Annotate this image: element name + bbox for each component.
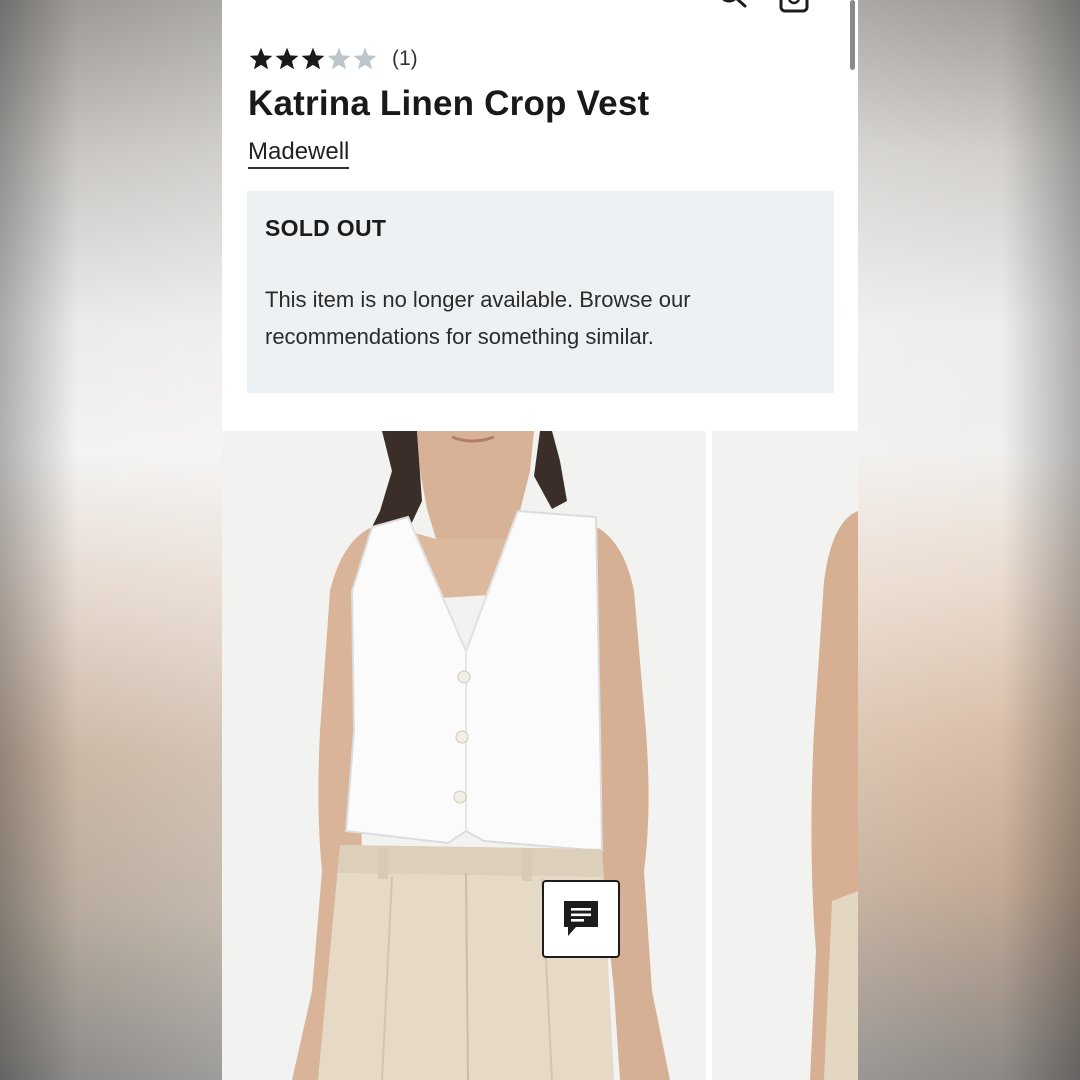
bag-icon[interactable] <box>778 0 810 14</box>
sold-out-notice: SOLD OUT This item is no longer availabl… <box>247 191 834 393</box>
review-count[interactable]: (1) <box>392 47 418 71</box>
product-title: Katrina Linen Crop Vest <box>248 84 650 123</box>
star-empty-icon <box>353 47 377 70</box>
search-icon[interactable] <box>717 0 747 14</box>
star-filled-icon <box>275 47 299 70</box>
star-empty-icon <box>327 47 351 70</box>
blurred-backdrop-right <box>858 0 1080 1080</box>
top-nav <box>222 0 858 14</box>
product-page: (1) Katrina Linen Crop Vest Madewell SOL… <box>222 0 858 1080</box>
chat-button[interactable] <box>542 880 620 958</box>
product-rating[interactable]: (1) <box>248 46 418 72</box>
product-image-main[interactable] <box>222 431 706 1080</box>
star-filled-icon <box>249 47 273 70</box>
star-filled-icon <box>301 47 325 70</box>
model-side-view-image <box>712 431 858 1080</box>
model-wearing-vest-image <box>222 431 706 1080</box>
sold-out-message: This item is no longer available. Browse… <box>265 287 691 349</box>
rating-stars <box>248 46 378 72</box>
product-image-next[interactable] <box>712 431 858 1080</box>
chat-icon <box>564 901 598 936</box>
product-image-gallery[interactable] <box>222 431 858 1080</box>
brand-link[interactable]: Madewell <box>248 138 350 169</box>
menu-icon[interactable] <box>270 0 300 6</box>
blurred-backdrop-left <box>0 0 222 1080</box>
sold-out-label: SOLD OUT <box>265 215 387 241</box>
